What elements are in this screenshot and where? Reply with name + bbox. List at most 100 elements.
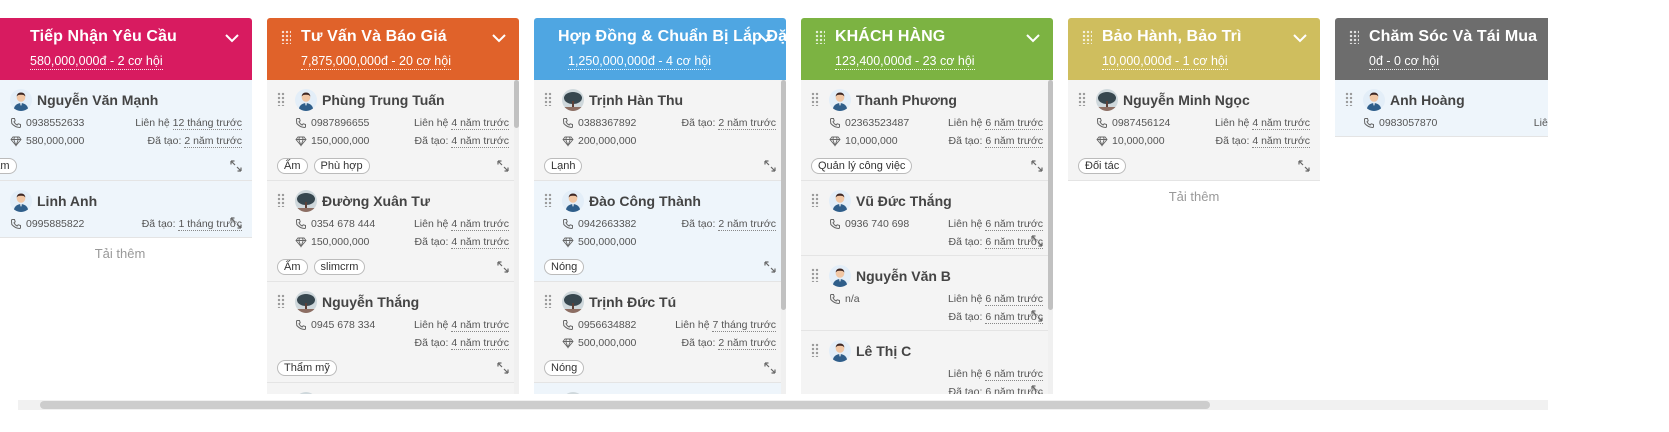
card-drag-icon[interactable] — [1078, 92, 1086, 106]
opportunity-card[interactable]: Linh Anh 0995885822 Đã tạo: 1 tháng trước — [0, 181, 252, 238]
customer-name[interactable]: Nguyễn Văn Mạnh — [37, 92, 158, 108]
expand-icon[interactable] — [764, 160, 776, 172]
opportunity-card[interactable]: Vũ Đức Thắng 0936 740 698 Liên hệ 6 năm tr… — [801, 181, 1053, 256]
opportunity-card[interactable]: Nguyễn Thắng 0945 678 334 Liên hệ 4 năm tr… — [267, 282, 519, 383]
vertical-scrollbar[interactable] — [514, 80, 519, 394]
column-header[interactable]: KHÁCH HÀNG 123,400,000đ - 23 cơ hội — [801, 18, 1053, 80]
customer-name[interactable]: Nguyễn Minh Ngọc — [1123, 92, 1250, 108]
card-drag-icon[interactable] — [277, 193, 285, 207]
contact-time: 4 năm trước — [451, 319, 509, 332]
expand-icon[interactable] — [764, 362, 776, 374]
chevron-down-icon[interactable] — [758, 30, 774, 46]
tag-badge[interactable]: Thẩm mỹ — [277, 360, 337, 376]
expand-icon[interactable] — [1031, 235, 1043, 247]
card-drag-icon[interactable] — [1345, 92, 1353, 106]
customer-name[interactable]: Linh Anh — [37, 193, 97, 209]
drag-handle-icon[interactable] — [281, 30, 291, 44]
column-summary[interactable]: 580,000,000đ - 2 cơ hội — [30, 54, 163, 70]
drag-handle-icon[interactable] — [1349, 30, 1359, 44]
tag-badge[interactable]: Ấm — [0, 158, 17, 174]
card-list[interactable]: Nguyễn Văn Mạnh 0938552633 Liên hệ 12 thán… — [0, 80, 252, 265]
expand-icon[interactable] — [497, 261, 509, 273]
card-list[interactable]: Trịnh Hàn Thu 0388367892 Đã tạo: 2 năm trư… — [534, 80, 786, 394]
tag-badge[interactable]: slimcrm — [313, 259, 366, 275]
opportunity-card[interactable]: Trịnh Đức Tú 0956634882 Liên hệ 7 tháng tr… — [534, 282, 786, 383]
opportunity-card[interactable]: Phùng Trung Tuấn 0987896655 Liên hệ 4 năm … — [267, 80, 519, 181]
customer-name[interactable]: Vũ Đức Thắng — [856, 193, 952, 209]
card-drag-icon[interactable] — [544, 92, 552, 106]
expand-icon[interactable] — [764, 261, 776, 273]
opportunity-card[interactable]: Trịnh Hàn Thu 0388367892 Đã tạo: 2 năm trư… — [534, 80, 786, 181]
customer-name[interactable]: Nguyễn Thắng — [322, 294, 419, 310]
column-summary[interactable]: 1,250,000,000đ - 4 cơ hội — [568, 54, 712, 70]
expand-icon[interactable] — [1031, 160, 1043, 172]
customer-name[interactable]: Lê Thị C — [856, 343, 911, 359]
load-more-button[interactable]: Tải thêm — [1068, 181, 1320, 212]
tag-badge[interactable]: Quản lý công việc — [811, 158, 913, 174]
drag-handle-icon[interactable] — [1082, 30, 1092, 44]
opportunity-card[interactable]: Đường Xuân Tư 0354 678 444 Liên hệ 4 năm t… — [267, 181, 519, 282]
chevron-down-icon[interactable] — [491, 30, 507, 46]
vertical-scrollbar[interactable] — [1048, 80, 1053, 394]
card-drag-icon[interactable] — [277, 294, 285, 308]
customer-name[interactable]: Trịnh Hàn Thu — [589, 92, 683, 108]
chevron-down-icon[interactable] — [1025, 30, 1041, 46]
expand-icon[interactable] — [1031, 385, 1043, 394]
diamond-icon — [295, 237, 307, 248]
customer-name[interactable]: Thanh Phương — [856, 92, 957, 108]
opportunity-card[interactable]: Lê Thị C Liên hệ 6 năm trước Đã tạo: 6 năm… — [801, 331, 1053, 394]
tag-badge[interactable]: Ấm — [277, 158, 308, 174]
expand-icon[interactable] — [1031, 310, 1043, 322]
scrollbar-thumb[interactable] — [40, 401, 1210, 409]
tag-badge[interactable]: Ấm — [277, 259, 308, 275]
column-header[interactable]: Bảo Hành, Bảo Trì 10,000,000đ - 1 cơ hội — [1068, 18, 1320, 80]
expand-icon[interactable] — [497, 160, 509, 172]
card-list[interactable]: Thanh Phương 02363523487 Liên hệ 6 năm trư… — [801, 80, 1053, 394]
expand-icon[interactable] — [1298, 160, 1310, 172]
card-drag-icon[interactable] — [277, 92, 285, 106]
customer-name[interactable]: Đường Xuân Tư — [322, 193, 430, 209]
column-header[interactable]: Hợp Đồng & Chuẩn Bị Lắp Đặt 1,250,000,000… — [534, 18, 792, 111]
card-drag-icon[interactable] — [544, 193, 552, 207]
column-summary[interactable]: 7,875,000,000đ - 20 cơ hội — [301, 54, 451, 70]
expand-icon[interactable] — [230, 160, 242, 172]
column-summary[interactable]: 123,400,000đ - 23 cơ hội — [835, 54, 975, 70]
customer-name[interactable]: Anh Hoàng — [1390, 92, 1465, 108]
chevron-down-icon[interactable] — [1292, 30, 1308, 46]
tag-badge[interactable]: Lạnh — [544, 158, 583, 174]
card-list[interactable]: Phùng Trung Tuấn 0987896655 Liên hệ 4 năm … — [267, 80, 519, 394]
customer-name[interactable]: Trịnh Đức Tú — [589, 294, 676, 310]
horizontal-scrollbar[interactable] — [18, 400, 1548, 410]
tag-badge[interactable]: Nóng — [544, 360, 585, 376]
load-more-button[interactable]: Tải thêm — [0, 238, 252, 265]
column-summary[interactable]: 0đ - 0 cơ hội — [1369, 54, 1440, 70]
opportunity-card[interactable]: Nguyễn Văn Mạnh 0938552633 Liên hệ 12 thán… — [0, 80, 252, 181]
customer-name[interactable]: Nguyễn Văn B — [856, 268, 951, 284]
column-summary[interactable]: 10,000,000đ - 1 cơ hội — [1102, 54, 1228, 70]
expand-icon[interactable] — [230, 217, 242, 229]
customer-name[interactable]: Phùng Trung Tuấn — [322, 92, 445, 108]
opportunity-card[interactable]: Đào Công Thành 0942663382 Đã tạo: 2 năm tr… — [534, 181, 786, 282]
opportunity-card[interactable]: Hoàng Ngọc Hà — [534, 383, 786, 394]
opportunity-card[interactable]: Hoàng Khánh Linh — [267, 383, 519, 394]
tag-badge[interactable]: Đối tác — [1078, 158, 1127, 174]
created-label: Đã tạo: — [414, 135, 449, 147]
card-drag-icon[interactable] — [544, 294, 552, 308]
opportunity-card[interactable]: Nguyễn Minh Ngọc 0987456124 Liên hệ 4 năm … — [1068, 80, 1320, 181]
vertical-scrollbar[interactable] — [781, 80, 786, 394]
opportunity-card[interactable]: Thanh Phương 02363523487 Liên hệ 6 năm trư… — [801, 80, 1053, 181]
column-header[interactable]: Tiếp Nhận Yêu Cầu 580,000,000đ - 2 cơ hội — [0, 18, 252, 80]
column-header[interactable]: Tư Vấn Và Báo Giá 7,875,000,000đ - 20 cơ … — [267, 18, 519, 80]
customer-name[interactable]: Đào Công Thành — [589, 193, 701, 209]
tag-badge[interactable]: Nóng — [544, 259, 585, 275]
opportunity-card[interactable]: Nguyễn Văn B n/a Liên hệ 6 năm trước Đã tạo… — [801, 256, 1053, 331]
drag-handle-icon[interactable] — [815, 30, 825, 44]
card-drag-icon[interactable] — [811, 92, 819, 106]
card-drag-icon[interactable] — [811, 268, 819, 282]
tag-badge[interactable]: Phù hợp — [313, 158, 370, 174]
chevron-down-icon[interactable] — [224, 30, 240, 46]
card-drag-icon[interactable] — [811, 193, 819, 207]
card-drag-icon[interactable] — [811, 343, 819, 357]
expand-icon[interactable] — [497, 362, 509, 374]
card-list[interactable]: Nguyễn Minh Ngọc 0987456124 Liên hệ 4 năm … — [1068, 80, 1320, 215]
